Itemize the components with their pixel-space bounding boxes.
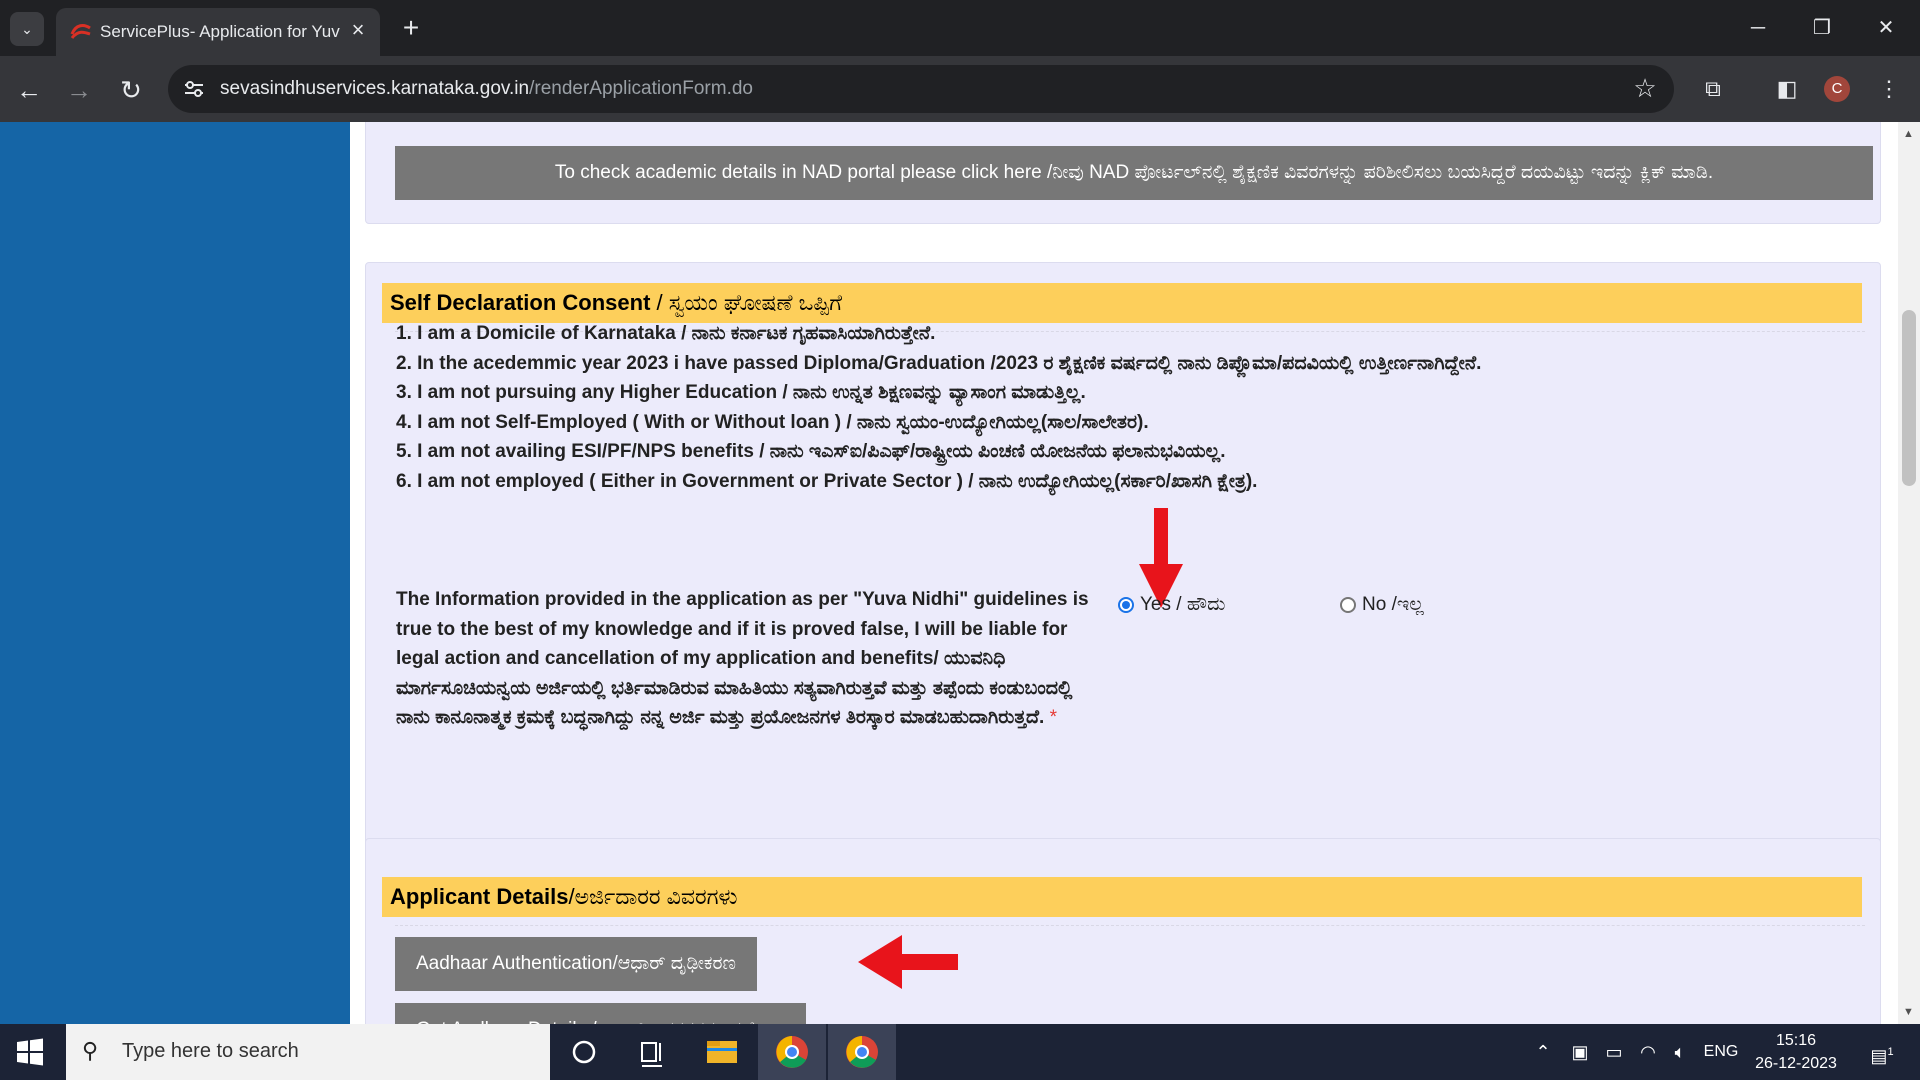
consent-no-radio[interactable] (1340, 597, 1356, 613)
search-placeholder: Type here to search (122, 1040, 299, 1062)
cortana-icon[interactable] (550, 1024, 618, 1080)
site-info-icon[interactable] (182, 77, 206, 101)
search-icon: ⚲ (82, 1038, 99, 1063)
tab-title: ServicePlus- Application for Yuva Nidhi (100, 22, 340, 41)
bookmark-star-icon[interactable]: ☆ (1630, 73, 1660, 103)
chrome-taskbar-icon[interactable] (758, 1024, 826, 1080)
section-subtitle: / ಸ್ವಯಂ ಘೋಷಣೆ ಒಪ್ಪಿಗೆ (650, 290, 843, 315)
section-subtitle: /ಅರ್ಜಿದಾರರ ವಿವರಗಳು (568, 884, 738, 909)
show-hidden-icons-icon[interactable]: ⌃ (1530, 1038, 1556, 1066)
scroll-down-icon[interactable]: ▼ (1903, 1006, 1914, 1018)
consent-statement: The Information provided in the applicat… (396, 585, 1096, 733)
extensions-icon[interactable]: ⧉ (1696, 72, 1730, 106)
consent-yes-option[interactable]: Yes / ಹೌದು (1118, 594, 1225, 616)
consent-no-option[interactable]: No /ಇಲ್ಲ (1340, 594, 1424, 616)
nad-portal-button[interactable]: To check academic details in NAD portal … (395, 146, 1873, 200)
reload-icon[interactable]: ↻ (114, 73, 148, 107)
self-declaration-panel: Self Declaration Consent / ಸ್ವಯಂ ಘೋಷಣೆ ಒ… (365, 262, 1881, 936)
consent-no-label: No /ಇಲ್ಲ (1362, 594, 1424, 615)
wifi-icon[interactable]: ◠ (1634, 1038, 1662, 1066)
taskbar-clock[interactable]: 15:16 26-12-2023 (1752, 1029, 1840, 1075)
url-path: /renderApplicationForm.do (529, 78, 753, 99)
required-mark: * (1049, 707, 1058, 728)
chrome-profile-taskbar-icon[interactable] (828, 1024, 896, 1080)
section-title: Applicant Details (390, 884, 569, 909)
back-icon[interactable]: ← (12, 73, 46, 107)
declaration-item: 3. I am not pursuing any Higher Educatio… (396, 382, 1086, 403)
profile-avatar[interactable]: C (1824, 76, 1850, 102)
battery-icon[interactable]: ▭ (1600, 1038, 1628, 1066)
declaration-item: 6. I am not employed ( Either in Governm… (396, 470, 1258, 492)
menu-kebab-icon[interactable]: ⋮ (1872, 72, 1906, 106)
declaration-item: 2. In the acedemmic year 2023 i have pas… (396, 352, 1482, 374)
taskbar-search-box[interactable]: ⚲ Type here to search (66, 1024, 550, 1080)
window-close-icon[interactable]: ✕ (1866, 12, 1906, 44)
scroll-up-icon[interactable]: ▲ (1903, 128, 1914, 140)
notification-center-icon[interactable]: ▤1 (1862, 1038, 1902, 1066)
url-domain: sevasindhuservices.karnataka.gov.in (220, 78, 530, 99)
volume-icon[interactable]: 🔈︎ (1666, 1038, 1694, 1066)
scrollbar-thumb[interactable] (1902, 310, 1916, 486)
task-view-icon[interactable] (618, 1024, 686, 1080)
declaration-list: 1. I am a Domicile of Karnataka / ನಾನು ಕ… (396, 319, 1481, 496)
consent-statement-text: The Information provided in the applicat… (396, 589, 1089, 728)
application-form-page: To check academic details in NAD portal … (350, 122, 1898, 1024)
nad-panel: To check academic details in NAD portal … (365, 122, 1881, 224)
self-declaration-header: Self Declaration Consent / ಸ್ವಯಂ ಘೋಷಣೆ ಒ… (382, 283, 1862, 323)
declaration-item: 1. I am a Domicile of Karnataka / ನಾನು ಕ… (396, 323, 936, 344)
tab-search-dropdown-icon[interactable]: ⌄ (10, 12, 44, 46)
minimize-icon[interactable]: ─ (1738, 12, 1778, 44)
serviceplus-favicon-icon (70, 24, 91, 39)
red-arrow-down-annotation (1139, 508, 1183, 608)
clock-time: 15:16 (1775, 1032, 1817, 1049)
browser-toolbar: ← → ↻ sevasindhuservices.karnataka.gov.i… (0, 56, 1920, 122)
applicant-details-header: Applicant Details/ಅರ್ಜಿದಾರರ ವಿವರಗಳು (382, 877, 1862, 917)
side-panel-icon[interactable]: ◧ (1770, 72, 1804, 106)
forward-icon[interactable]: → (62, 73, 96, 107)
left-sidebar (0, 122, 350, 1024)
divider (395, 925, 1865, 926)
windows-start-icon[interactable] (14, 1036, 46, 1068)
file-explorer-icon[interactable] (688, 1024, 756, 1080)
address-bar[interactable]: sevasindhuservices.karnataka.gov.in/rend… (168, 65, 1674, 113)
browser-tab-bar: ⌄ ServicePlus- Application for Yuva Nidh… (0, 0, 1920, 56)
page-scrollbar[interactable]: ▲ ▼ (1898, 122, 1920, 1024)
restore-icon[interactable]: ❐ (1802, 12, 1842, 44)
browser-tab[interactable]: ServicePlus- Application for Yuva Nidhi … (56, 8, 380, 56)
declaration-item: 5. I am not availing ESI/PF/NPS benefits… (396, 441, 1226, 462)
red-arrow-left-annotation (858, 935, 958, 989)
meet-now-icon[interactable]: ▣ (1566, 1038, 1594, 1066)
get-aadhaar-details-button[interactable]: Get Aadhaar Details /ಆಧಾರ್ ವಿವರಗಳನ್ನು ಪಡ… (395, 1003, 806, 1024)
consent-yes-radio[interactable] (1118, 597, 1134, 613)
applicant-details-panel: Applicant Details/ಅರ್ಜಿದಾರರ ವಿವರಗಳು Aadh… (365, 838, 1881, 1024)
consent-yes-label: Yes / ಹೌದು (1140, 594, 1226, 615)
tab-close-icon[interactable]: × (346, 18, 370, 42)
new-tab-icon[interactable]: + (396, 14, 426, 44)
input-language[interactable]: ENG (1700, 1038, 1742, 1066)
section-title: Self Declaration Consent (390, 290, 651, 315)
notification-count: 1 (1887, 1046, 1894, 1058)
clock-date: 26-12-2023 (1755, 1055, 1837, 1072)
declaration-item: 4. I am not Self-Employed ( With or With… (396, 411, 1149, 433)
windows-taskbar: ⚲ Type here to search ⌃ ▣ ▭ ◠ 🔈︎ ENG 15:… (0, 1024, 1920, 1080)
url-text: sevasindhuservices.karnataka.gov.in/rend… (220, 78, 753, 100)
aadhaar-authentication-button[interactable]: Aadhaar Authentication/ಆಧಾರ್ ದೃಢೀಕರಣ (395, 937, 757, 991)
